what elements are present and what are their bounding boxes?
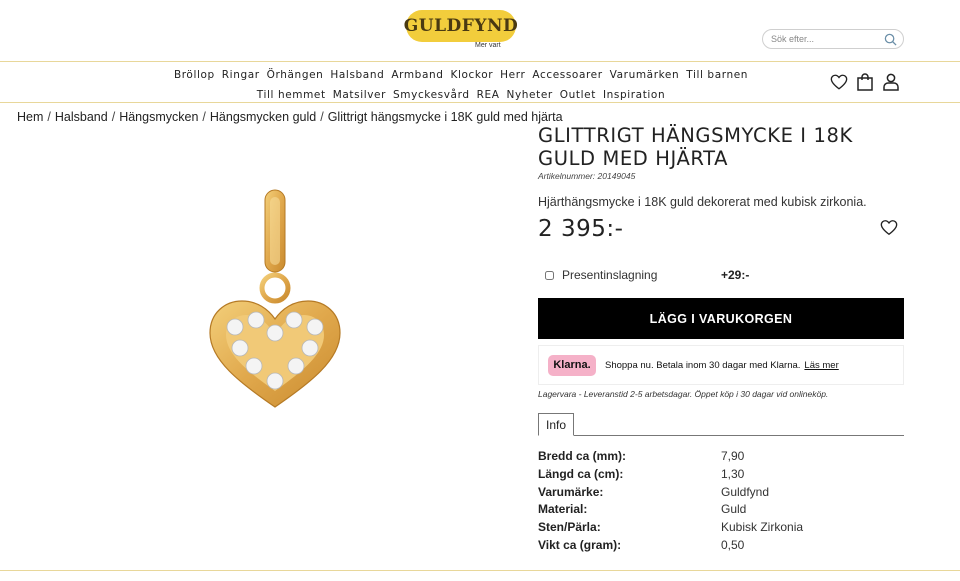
tab-info[interactable]: Info bbox=[538, 413, 574, 436]
product-tabs: Info bbox=[538, 413, 904, 436]
spec-row: Varumärke: Guldfynd bbox=[538, 485, 904, 503]
klarna-read-more-link[interactable]: Läs mer bbox=[804, 360, 838, 371]
add-to-wishlist-heart-icon[interactable] bbox=[880, 219, 898, 236]
spec-row: Längd ca (cm): 1,30 bbox=[538, 467, 904, 485]
spec-value: Guld bbox=[721, 502, 747, 517]
nav-row-secondary: Till hemmet Matsilver Smyckesvård REA Nyhete… bbox=[0, 89, 941, 101]
spec-label: Varumärke: bbox=[538, 484, 604, 499]
site-logo[interactable]: GULDFYND bbox=[403, 10, 519, 42]
main-navigation: Bröllop Ringar Örhängen Halsband Armband Kloc… bbox=[0, 63, 960, 103]
nav-item-nyheter[interactable]: Nyheter bbox=[507, 89, 553, 101]
nav-row-primary: Bröllop Ringar Örhängen Halsband Armband Kloc… bbox=[0, 69, 941, 81]
nav-item-accessoarer[interactable]: Accessoarer bbox=[532, 69, 602, 81]
nav-item-klockor[interactable]: Klockor bbox=[451, 69, 494, 81]
spec-row: Sten/Pärla: Kubisk Zirkonia bbox=[538, 520, 904, 538]
product-image-heart-pendant[interactable] bbox=[200, 185, 350, 415]
user-icon[interactable] bbox=[882, 73, 900, 91]
breadcrumb-item[interactable]: Halsband bbox=[55, 110, 108, 124]
nav-item-till-barnen[interactable]: Till barnen bbox=[686, 69, 748, 81]
spec-row: Bredd ca (mm): 7,90 bbox=[538, 449, 904, 467]
spec-value: Guldfynd bbox=[721, 484, 770, 499]
product-description: Hjärthängsmycke i 18K guld dekorerat med… bbox=[538, 195, 867, 209]
spec-value: 0,50 bbox=[721, 537, 745, 552]
heart-icon[interactable] bbox=[830, 73, 848, 91]
stock-delivery-info: Lagervara - Leveranstid 2-5 arbetsdagar.… bbox=[538, 389, 829, 399]
gift-wrap-label: Presentinslagning bbox=[562, 268, 658, 282]
spec-label: Vikt ca (gram): bbox=[538, 537, 622, 552]
nav-item-herr[interactable]: Herr bbox=[500, 69, 525, 81]
search-icon[interactable] bbox=[884, 33, 897, 46]
nav-item-matsilver[interactable]: Matsilver bbox=[333, 89, 386, 101]
spec-value: 1,30 bbox=[721, 466, 745, 481]
spec-row: Vikt ca (gram): 0,50 bbox=[538, 538, 904, 556]
nav-item-rea[interactable]: REA bbox=[477, 89, 500, 101]
nav-item-halsband[interactable]: Halsband bbox=[330, 69, 384, 81]
breadcrumb-item[interactable]: Hängsmycken bbox=[119, 110, 198, 124]
breadcrumb-item: Glittrigt hängsmycke i 18K guld med hjär… bbox=[327, 110, 563, 124]
gift-wrap-checkbox[interactable] bbox=[545, 270, 554, 280]
spec-label: Sten/Pärla: bbox=[538, 520, 601, 535]
klarna-banner: Klarna. Shoppa nu. Betala inom 30 dagar … bbox=[538, 345, 904, 385]
product-specs: Bredd ca (mm): 7,90 Längd ca (cm): 1,30 Varu… bbox=[538, 449, 904, 556]
spec-value: Kubisk Zirkonia bbox=[721, 520, 804, 535]
klarna-logo: Klarna. bbox=[548, 354, 596, 376]
shopping-bag-icon[interactable] bbox=[856, 73, 874, 91]
nav-item-varumarken[interactable]: Varumärken bbox=[610, 69, 680, 81]
breadcrumb: Hem / Halsband / Hängsmycken / Hängsmycken gul… bbox=[17, 110, 563, 124]
nav-icon-group bbox=[830, 73, 900, 91]
gift-wrap-option[interactable]: Presentinslagning bbox=[545, 268, 657, 282]
footer-divider bbox=[0, 570, 960, 571]
nav-item-brollop[interactable]: Bröllop bbox=[174, 69, 215, 81]
nav-item-orhangen[interactable]: Örhängen bbox=[267, 69, 324, 81]
gift-wrap-price: +29:- bbox=[721, 268, 750, 282]
product-price: 2 395:- bbox=[538, 216, 624, 242]
nav-item-smyckesvard[interactable]: Smyckesvård bbox=[393, 89, 470, 101]
add-to-cart-button[interactable]: LÄGG I VARUKORGEN bbox=[538, 298, 904, 339]
spec-row: Material: Guld bbox=[538, 502, 904, 520]
breadcrumb-separator: / bbox=[202, 110, 206, 124]
breadcrumb-item[interactable]: Hängsmycken guld bbox=[210, 110, 316, 124]
logo-text: GULDFYND bbox=[403, 16, 519, 36]
site-header: GULDFYND Mer vart bbox=[0, 0, 960, 62]
nav-item-ringar[interactable]: Ringar bbox=[222, 69, 260, 81]
spec-label: Längd ca (cm): bbox=[538, 466, 624, 481]
article-number: Artikelnummer: 20149045 bbox=[538, 171, 636, 181]
breadcrumb-separator: / bbox=[111, 110, 116, 124]
search-input[interactable] bbox=[771, 34, 881, 44]
breadcrumb-item[interactable]: Hem bbox=[17, 110, 43, 124]
spec-label: Bredd ca (mm): bbox=[538, 449, 627, 463]
nav-item-till-hemmet[interactable]: Till hemmet bbox=[257, 89, 326, 101]
klarna-text: Shoppa nu. Betala inom 30 dagar med Klar… bbox=[605, 359, 801, 371]
nav-item-armband[interactable]: Armband bbox=[391, 69, 443, 81]
search-box[interactable] bbox=[762, 29, 904, 49]
spec-value: 7,90 bbox=[721, 449, 745, 463]
breadcrumb-separator: / bbox=[47, 110, 51, 124]
logo-tagline: Mer vart bbox=[475, 42, 501, 49]
nav-item-inspiration[interactable]: Inspiration bbox=[603, 89, 665, 101]
breadcrumb-separator: / bbox=[320, 110, 324, 124]
spec-label: Material: bbox=[538, 502, 588, 517]
product-title: GLITTRIGT HÄNGSMYCKE I 18K GULD MED HJÄR… bbox=[538, 124, 853, 170]
nav-item-outlet[interactable]: Outlet bbox=[560, 89, 596, 101]
